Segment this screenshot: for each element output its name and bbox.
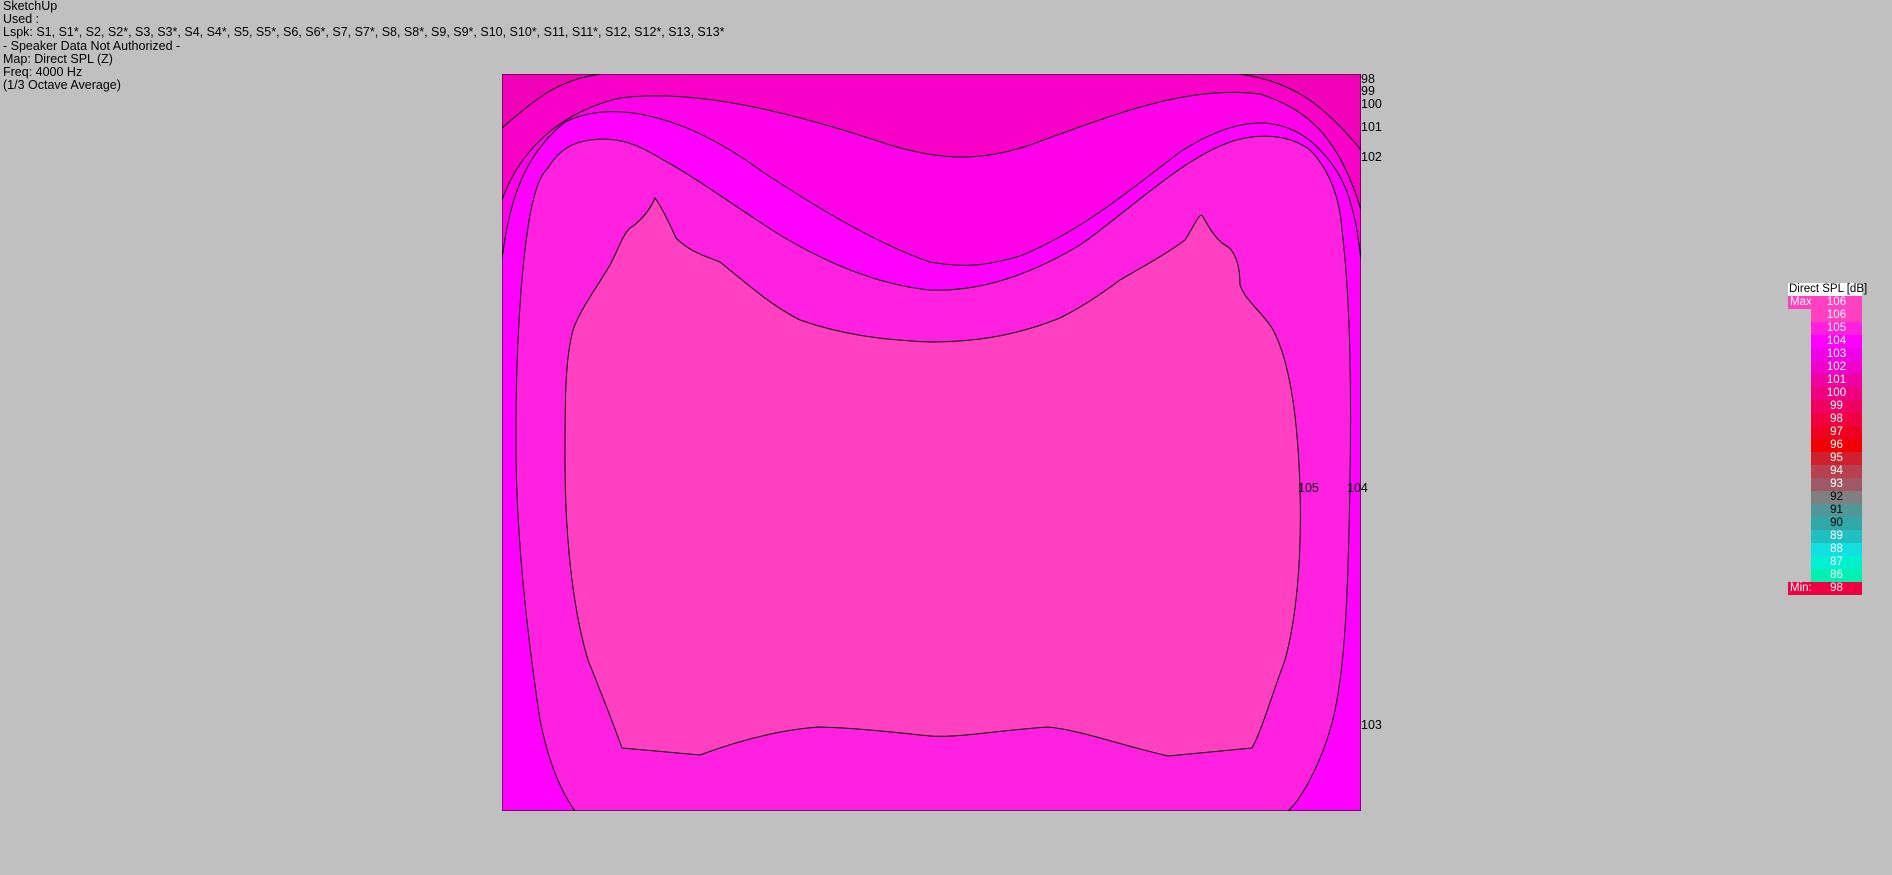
legend-level-swatch: 94	[1811, 465, 1862, 478]
legend-level-swatch: 105	[1811, 322, 1862, 335]
legend-level-row: 86	[1788, 569, 1862, 582]
legend-level-row: 94	[1788, 465, 1862, 478]
legend-level-swatch: 104	[1811, 335, 1862, 348]
legend-spacer	[1788, 387, 1811, 400]
legend-level-swatch: 103	[1811, 348, 1862, 361]
legend-level-swatch: 93	[1811, 478, 1862, 491]
legend-spacer	[1788, 413, 1811, 426]
legend-level-swatch: 98	[1811, 413, 1862, 426]
legend-spacer	[1788, 517, 1811, 530]
legend-level-row: 102	[1788, 361, 1862, 374]
legend-level-row: 100	[1788, 387, 1862, 400]
legend-spacer	[1788, 543, 1811, 556]
legend-max-row: Max: 106	[1788, 296, 1862, 309]
legend-level-swatch: 102	[1811, 361, 1862, 374]
legend-spacer	[1788, 504, 1811, 517]
contour-label-100: 100	[1361, 97, 1382, 111]
contour-label-102: 102	[1361, 150, 1382, 164]
legend-level-row: 105	[1788, 322, 1862, 335]
legend-level-row: 95	[1788, 452, 1862, 465]
legend-level-swatch: 99	[1811, 400, 1862, 413]
legend-spacer	[1788, 322, 1811, 335]
legend-spacer	[1788, 491, 1811, 504]
legend-spacer	[1788, 452, 1811, 465]
legend-level-row: 91	[1788, 504, 1862, 517]
legend-level-row: 101	[1788, 374, 1862, 387]
legend-level-swatch: 100	[1811, 387, 1862, 400]
legend-spacer	[1788, 400, 1811, 413]
legend-level-swatch: 96	[1811, 439, 1862, 452]
legend-max-value: 106	[1811, 296, 1862, 309]
legend-spacer	[1788, 478, 1811, 491]
legend-level-swatch: 87	[1811, 556, 1862, 569]
legend-spacer	[1788, 556, 1811, 569]
legend-spacer	[1788, 465, 1811, 478]
legend-level-swatch: 101	[1811, 374, 1862, 387]
legend-min-label: Min:	[1788, 582, 1812, 595]
legend-level-row: 103	[1788, 348, 1862, 361]
contour-label-99: 99	[1361, 84, 1375, 98]
legend-level-row: 104	[1788, 335, 1862, 348]
legend-min-value: 98	[1811, 582, 1862, 595]
legend-level-swatch: 88	[1811, 543, 1862, 556]
contour-label-103: 103	[1361, 718, 1382, 732]
legend-level-swatch: 90	[1811, 517, 1862, 530]
legend-level-swatch: 86	[1811, 569, 1862, 582]
legend-level-swatch: 91	[1811, 504, 1862, 517]
legend-levels: 106 105 104 103 102 101 100 99 98 97 96 95 94 93 92 91 9…	[1788, 309, 1862, 582]
contour-label-105: 105	[1298, 481, 1319, 495]
legend-spacer	[1788, 309, 1811, 322]
legend-level-swatch: 95	[1811, 452, 1862, 465]
legend-spacer	[1788, 530, 1811, 543]
legend-level-swatch: 106	[1811, 309, 1862, 322]
legend-level-row: 88	[1788, 543, 1862, 556]
legend-level-row: 97	[1788, 426, 1862, 439]
legend-level-row: 96	[1788, 439, 1862, 452]
legend-level-swatch: 97	[1811, 426, 1862, 439]
legend-level-row: 87	[1788, 556, 1862, 569]
legend-spacer	[1788, 335, 1811, 348]
legend-spacer	[1788, 569, 1811, 582]
legend-level-row: 89	[1788, 530, 1862, 543]
legend-title: Direct SPL [dB]	[1788, 283, 1868, 296]
legend-level-row: 90	[1788, 517, 1862, 530]
legend-max-label: Max:	[1788, 296, 1815, 309]
legend-level-row: 98	[1788, 413, 1862, 426]
spl-contour-map: 98 99 100 101 102 105 104 103	[502, 72, 1382, 811]
legend-level-swatch: 92	[1811, 491, 1862, 504]
legend-spacer	[1788, 439, 1811, 452]
legend-level-row: 99	[1788, 400, 1862, 413]
legend-spacer	[1788, 374, 1811, 387]
legend-spacer	[1788, 361, 1811, 374]
legend-level-row: 92	[1788, 491, 1862, 504]
legend-level-swatch: 89	[1811, 530, 1862, 543]
contour-label-104: 104	[1347, 481, 1368, 495]
legend-min-row: Min: 98	[1788, 582, 1862, 595]
legend-level-row: 93	[1788, 478, 1862, 491]
legend-level-row: 106	[1788, 309, 1862, 322]
legend-spacer	[1788, 348, 1811, 361]
contour-label-101: 101	[1361, 120, 1382, 134]
spl-legend: Direct SPL [dB] Max: 106 106 105 104 103 102…	[1788, 283, 1868, 595]
legend-spacer	[1788, 426, 1811, 439]
